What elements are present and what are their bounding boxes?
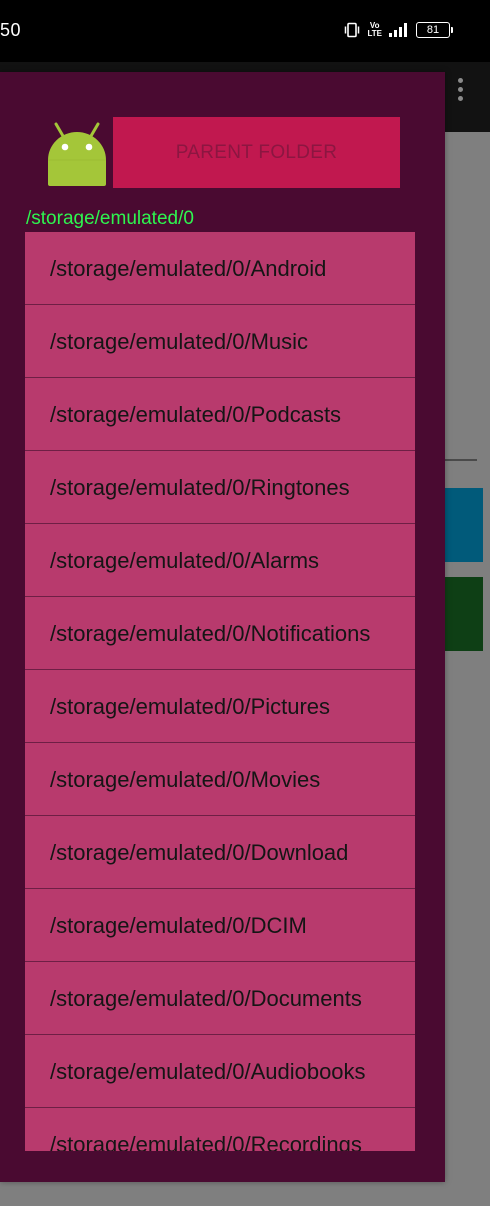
status-bar: 50 Vo LTE 81 xyxy=(0,0,490,62)
folder-item-label: /storage/emulated/0/Podcasts xyxy=(50,401,342,427)
android-robot-icon xyxy=(48,122,106,186)
more-vert-icon xyxy=(458,78,464,104)
volte-icon: Vo LTE xyxy=(367,21,382,38)
background-green-button xyxy=(440,577,483,651)
battery-icon: 81 xyxy=(416,22,453,38)
folder-item-label: /storage/emulated/0/DCIM xyxy=(50,912,307,938)
folder-item-movies[interactable]: /storage/emulated/0/Movies xyxy=(25,743,415,816)
signal-icon xyxy=(389,23,407,37)
status-time: 50 xyxy=(0,20,22,40)
current-path-label: /storage/emulated/0 xyxy=(26,208,194,229)
folder-item-ringtones[interactable]: /storage/emulated/0/Ringtones xyxy=(25,451,415,524)
folder-item-documents[interactable]: /storage/emulated/0/Documents xyxy=(25,962,415,1035)
folder-item-music[interactable]: /storage/emulated/0/Music xyxy=(25,305,415,378)
folder-item-alarms[interactable]: /storage/emulated/0/Alarms xyxy=(25,524,415,597)
folder-item-label: /storage/emulated/0/Pictures xyxy=(50,693,331,719)
folder-item-audiobooks[interactable]: /storage/emulated/0/Audiobooks xyxy=(25,1035,415,1108)
folder-item-pictures[interactable]: /storage/emulated/0/Pictures xyxy=(25,670,415,743)
folder-item-recordings[interactable]: /storage/emulated/0/Recordings xyxy=(25,1108,415,1151)
folder-item-label: /storage/emulated/0/Ringtones xyxy=(50,474,350,500)
folder-item-android[interactable]: /storage/emulated/0/Android xyxy=(25,232,415,305)
folder-item-label: /storage/emulated/0/Alarms xyxy=(50,547,320,573)
folder-item-label: /storage/emulated/0/Download xyxy=(50,839,349,865)
folder-item-label: /storage/emulated/0/Movies xyxy=(50,766,321,792)
folder-item-label: /storage/emulated/0/Music xyxy=(50,328,309,354)
folder-item-label: /storage/emulated/0/Documents xyxy=(50,985,362,1011)
parent-folder-button[interactable]: PARENT FOLDER xyxy=(113,117,400,188)
folder-item-label: /storage/emulated/0/Android xyxy=(50,255,327,281)
folder-item-dcim[interactable]: /storage/emulated/0/DCIM xyxy=(25,889,415,962)
folder-chooser-dialog: PARENT FOLDER /storage/emulated/0 /stora… xyxy=(0,72,445,1182)
folder-list[interactable]: /storage/emulated/0/Android /storage/emu… xyxy=(25,232,415,1151)
vibrate-icon xyxy=(345,22,360,38)
folder-item-label: /storage/emulated/0/Notifications xyxy=(50,620,371,646)
background-divider xyxy=(440,459,477,461)
folder-item-notifications[interactable]: /storage/emulated/0/Notifications xyxy=(25,597,415,670)
folder-item-podcasts[interactable]: /storage/emulated/0/Podcasts xyxy=(25,378,415,451)
folder-item-label: /storage/emulated/0/Audiobooks xyxy=(50,1058,366,1084)
status-icons: Vo LTE 81 xyxy=(344,21,453,38)
folder-item-download[interactable]: /storage/emulated/0/Download xyxy=(25,816,415,889)
folder-item-label: /storage/emulated/0/Recordings xyxy=(50,1131,362,1152)
background-blue-button xyxy=(440,488,483,562)
